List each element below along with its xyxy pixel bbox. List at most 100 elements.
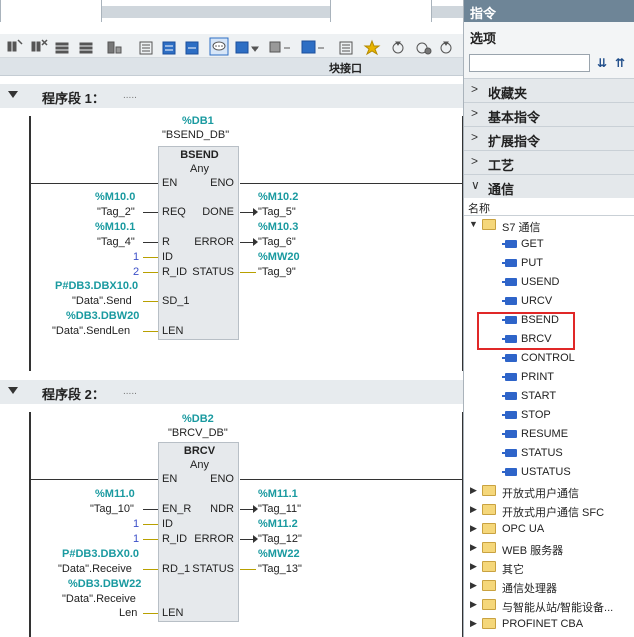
tree-folder[interactable]: ▶ 开放式用户通信 [464, 482, 634, 501]
tree-item[interactable]: GET [464, 235, 634, 254]
instance-db-name[interactable]: "BSEND_DB" [162, 129, 229, 141]
instance-db-address[interactable]: %DB2 [182, 413, 214, 425]
output-tag[interactable]: "Tag_13" [258, 563, 302, 575]
tree-folder[interactable]: ▶ 其它 [464, 558, 634, 577]
tree-item[interactable]: CONTROL [464, 349, 634, 368]
monitor-icon[interactable] [416, 42, 432, 55]
tree-item[interactable]: USEND [464, 273, 634, 292]
input-addr[interactable]: %M10.0 [95, 191, 135, 203]
output-addr[interactable]: %M11.2 [258, 518, 298, 530]
search-up-icon[interactable]: ⇈ [615, 56, 625, 70]
expand-down-icon[interactable]: ▼ [469, 219, 478, 229]
close-branch-icon[interactable] [339, 41, 353, 55]
insert-network-icon[interactable] [7, 39, 23, 52]
tree-item[interactable]: USTATUS [464, 463, 634, 482]
output-addr[interactable]: %M10.3 [258, 221, 298, 233]
instruction-search-input[interactable] [469, 54, 590, 72]
tree-item[interactable]: RESUME [464, 425, 634, 444]
input-tag[interactable]: Len [119, 607, 137, 619]
input-tag[interactable]: "Tag_2" [97, 206, 135, 218]
category-favorites[interactable]: > 收藏夹 [464, 78, 634, 102]
tree-folder[interactable]: ▶ 开放式用户通信 SFC [464, 501, 634, 520]
output-tag[interactable]: "Tag_11" [258, 503, 301, 515]
tree-folder[interactable]: ▶ PROFINET CBA [464, 615, 634, 634]
network-2-header[interactable]: 程序段 2： ..... [0, 380, 463, 404]
category-technology[interactable]: > 工艺 [464, 150, 634, 174]
brcv-function-block[interactable]: BRCV Any [158, 442, 239, 622]
input-addr[interactable]: %M11.0 [95, 488, 135, 500]
editor-tab-1[interactable] [0, 0, 102, 22]
input-addr[interactable]: %DB3.DBW20 [66, 310, 139, 322]
output-tag[interactable]: "Tag_6" [258, 236, 296, 248]
editor-tab-2[interactable] [330, 0, 432, 22]
network-1-header[interactable]: 程序段 1： ..... [0, 84, 463, 108]
input-const[interactable]: 1 [133, 251, 139, 263]
input-tag[interactable]: "Data".Receive [58, 563, 132, 575]
show-all-icon[interactable] [392, 41, 404, 54]
input-const[interactable]: 1 [133, 518, 139, 530]
category-basic-instructions[interactable]: > 基本指令 [464, 102, 634, 126]
tree-folder[interactable]: ▶ OPC UA [464, 520, 634, 539]
input-tag[interactable]: "Data".SendLen [52, 325, 130, 337]
delete-network-icon[interactable] [31, 39, 48, 52]
category-communication[interactable]: ∨ 通信 [464, 174, 634, 198]
collapse-triangle-icon[interactable] [8, 91, 18, 98]
block-data-type[interactable]: Any [159, 459, 240, 471]
expand-right-icon[interactable]: ▶ [470, 561, 477, 572]
insert-empty-box-icon[interactable] [269, 41, 290, 53]
input-const[interactable]: 2 [133, 266, 139, 278]
options-title[interactable]: 选项 [470, 28, 496, 47]
tree-item[interactable]: PUT [464, 254, 634, 273]
tree-folder-s7[interactable]: ▼ S7 通信 [464, 216, 634, 235]
expand-right-icon[interactable]: ▶ [470, 542, 477, 553]
jump-icon[interactable] [363, 39, 381, 56]
insert-row-icon[interactable] [55, 42, 69, 54]
expand-right-icon[interactable]: ▶ [470, 599, 477, 610]
output-tag[interactable]: "Tag_5" [258, 206, 296, 218]
instance-db-name[interactable]: "BRCV_DB" [168, 427, 228, 439]
favorites-icon[interactable] [235, 41, 259, 54]
category-extended-instructions[interactable]: > 扩展指令 [464, 126, 634, 150]
input-addr[interactable]: %M10.1 [95, 221, 135, 233]
tree-folder[interactable]: ▶ WEB 服务器 [464, 539, 634, 558]
open-branch-icon[interactable] [301, 40, 324, 54]
output-tag[interactable]: "Tag_12" [258, 533, 302, 545]
tree-folder[interactable]: ▶ 通信处理器 [464, 577, 634, 596]
input-const[interactable]: 1 [133, 533, 139, 545]
collapse-all-icon[interactable] [185, 41, 199, 55]
output-addr[interactable]: %MW20 [258, 251, 300, 263]
input-tag[interactable]: "Tag_4" [97, 236, 135, 248]
block-data-type[interactable]: Any [159, 163, 240, 175]
search-down-icon[interactable]: ⇊ [597, 56, 607, 70]
output-addr[interactable]: %M11.1 [258, 488, 298, 500]
input-tag[interactable]: "Data".Receive [62, 593, 136, 605]
network-2-comment[interactable]: ..... [123, 386, 137, 397]
network-1-comment[interactable]: ..... [123, 90, 137, 101]
input-tag[interactable]: "Tag_10" [90, 503, 134, 515]
add-row-icon[interactable] [79, 42, 93, 54]
name-column-header[interactable]: 名称 [464, 198, 634, 216]
tree-item[interactable]: URCV [464, 292, 634, 311]
collapse-triangle-icon[interactable] [8, 387, 18, 394]
tree-item[interactable]: STOP [464, 406, 634, 425]
expand-right-icon[interactable]: ▶ [470, 504, 477, 515]
input-addr[interactable]: P#DB3.DBX10.0 [55, 280, 138, 292]
expand-right-icon[interactable]: ▶ [470, 618, 477, 629]
output-addr[interactable]: %M10.2 [258, 191, 298, 203]
tree-item[interactable]: STATUS [464, 444, 634, 463]
absolute-operands-icon[interactable] [107, 41, 122, 54]
expand-right-icon[interactable]: ▶ [470, 580, 477, 591]
output-tag[interactable]: "Tag_9" [258, 266, 296, 278]
monitor-modify-icon[interactable] [440, 41, 452, 54]
input-addr[interactable]: %DB3.DBW22 [68, 578, 141, 590]
input-addr[interactable]: P#DB3.DBX0.0 [62, 548, 139, 560]
expand-right-icon[interactable]: ▶ [470, 523, 477, 534]
instance-db-address[interactable]: %DB1 [182, 115, 214, 127]
tree-item[interactable]: START [464, 387, 634, 406]
output-addr[interactable]: %MW22 [258, 548, 300, 560]
block-interface-bar[interactable]: 块接口 [0, 58, 463, 76]
tree-folder[interactable]: ▶ 与智能从站/智能设备... [464, 596, 634, 615]
input-tag[interactable]: "Data".Send [72, 295, 132, 307]
expand-all-icon[interactable] [162, 41, 176, 55]
tree-item[interactable]: PRINT [464, 368, 634, 387]
